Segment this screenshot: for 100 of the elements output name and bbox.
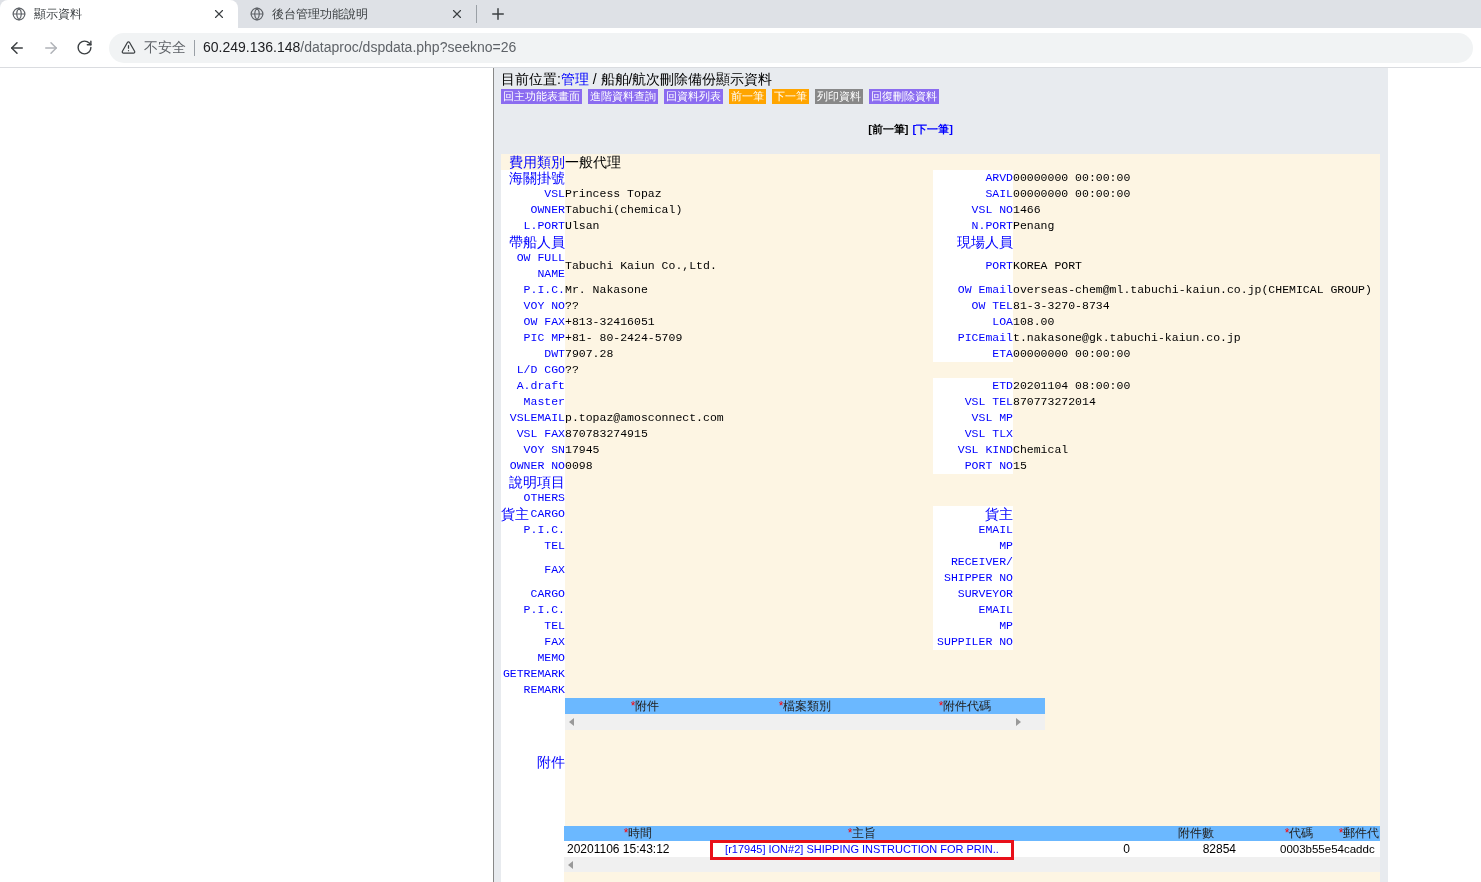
- field-label: DWT: [501, 346, 565, 362]
- field-heading: 現場人員: [933, 234, 1013, 250]
- location-label: 目前位置:: [501, 70, 561, 88]
- field-label: ETA: [933, 346, 1013, 362]
- field-label: VSLEMAIL: [501, 410, 565, 426]
- field-value: Tabuchi Kaiun Co.,Ltd.: [565, 259, 717, 274]
- field-value: KOREA PORT: [1013, 258, 1082, 274]
- field-label: OWNER NO: [501, 458, 565, 474]
- field-label: VSL MP: [933, 410, 1013, 426]
- field-label: OWNER: [501, 202, 565, 218]
- warning-icon: [121, 40, 136, 55]
- nav-button[interactable]: 下一筆: [772, 89, 809, 104]
- field-value: ??: [565, 298, 579, 314]
- field-label: VSL KIND: [933, 442, 1013, 458]
- field-label: REMARK: [501, 682, 565, 698]
- globe-icon: [12, 7, 26, 21]
- address-bar[interactable]: 不安全 60.249.136.148/dataproc/dspdata.php?seekno=26: [109, 32, 1473, 63]
- field-value: 870783274915: [565, 426, 648, 442]
- field-label: SAIL: [933, 186, 1013, 202]
- column-header: *時間: [623, 826, 653, 841]
- field-value: Princess Topaz: [565, 186, 662, 202]
- field-label: PORT NO: [933, 458, 1013, 474]
- field-value: +81- 80-2424-5709: [565, 330, 683, 346]
- scroll-left-icon[interactable]: [568, 860, 573, 869]
- field-value: Tabuchi(chemical): [565, 202, 683, 218]
- field-value: t.nakasone@gk.tabuchi-kaiun.co.jp: [1013, 330, 1241, 346]
- field-heading: 帶船人員: [501, 234, 565, 250]
- table-cell-text: 20201106 15:43:12: [566, 841, 671, 857]
- field-heading: 費用類別: [509, 154, 565, 170]
- security-label: 不安全: [144, 38, 186, 57]
- field-label: CARGO: [501, 586, 565, 602]
- field-label: MEMO: [501, 650, 565, 666]
- field-value: 870773272014: [1013, 394, 1096, 410]
- field-label: CARGO: [530, 506, 565, 522]
- field-label: P.I.C.: [501, 282, 565, 298]
- field-label: VSL FAX: [501, 426, 565, 442]
- tab-title: 後台管理功能說明: [272, 6, 369, 23]
- nav-button[interactable]: 前一筆: [729, 89, 766, 104]
- browser-tab[interactable]: 顯示資料: [0, 0, 238, 28]
- field-label: PIC MP: [501, 330, 565, 346]
- field-value: 7907.28: [565, 346, 614, 362]
- url-host: 60.249.136.148: [203, 38, 301, 57]
- field-label: EMAIL: [933, 602, 1013, 618]
- close-icon[interactable]: [212, 7, 226, 21]
- field-label: L.PORT: [501, 218, 565, 234]
- field-label: MP: [933, 538, 1013, 554]
- field-value: 一般代理: [565, 154, 621, 170]
- field-label: MP: [933, 618, 1013, 634]
- field-value: 15: [1013, 458, 1027, 474]
- field-label: PORT: [933, 250, 1013, 282]
- field-label: P.I.C.: [501, 522, 565, 538]
- nav-button[interactable]: 回主功能表畫面: [501, 89, 582, 104]
- nav-button[interactable]: 進階資料查詢: [588, 89, 658, 104]
- column-header: *附件代碼: [938, 698, 992, 714]
- prev-label: [前一筆]: [868, 121, 909, 137]
- column-header: 附件數: [1178, 826, 1214, 841]
- location-path: / 船舶/航次刪除備份顯示資料: [591, 70, 773, 88]
- location-link[interactable]: 管理: [560, 70, 589, 88]
- table-cell-text: 0: [1122, 841, 1131, 857]
- reload-icon[interactable]: [76, 39, 93, 56]
- field-value: Ulsan: [565, 218, 600, 234]
- scroll-right-icon[interactable]: [1016, 718, 1021, 726]
- field-value: 1466: [1013, 202, 1041, 218]
- field-label: EMAIL: [933, 522, 1013, 538]
- field-value: +813-32416051: [565, 314, 655, 330]
- field-label: FAX: [501, 554, 565, 586]
- globe-icon: [250, 7, 264, 21]
- close-icon[interactable]: [450, 7, 464, 21]
- field-label: VSL TLX: [933, 426, 1013, 442]
- field-label: PICEmail: [933, 330, 1013, 346]
- new-tab-icon[interactable]: [489, 5, 507, 23]
- subject-link[interactable]: [r17945] ION#2] SHIPPING INSTRUCTION FOR PRIN..: [725, 841, 999, 857]
- field-heading: 海關掛號: [501, 170, 565, 186]
- column-header: *代碼: [1284, 826, 1314, 841]
- next-link[interactable]: [下一筆]: [912, 120, 953, 138]
- field-label: N.PORT: [933, 218, 1013, 234]
- table-cell-text: 0003b55e54caddc: [1279, 842, 1376, 857]
- field-label: ARVD: [933, 170, 1013, 186]
- nav-button[interactable]: 回資料列表: [664, 89, 723, 104]
- field-heading: 附件: [501, 698, 565, 826]
- field-label: LOA: [933, 314, 1013, 330]
- nav-button[interactable]: 列印資料: [815, 89, 863, 104]
- field-heading: 貨主: [501, 506, 529, 522]
- url-path: /dataproc/dspdata.php?seekno=26: [300, 38, 517, 57]
- column-header: *附件: [630, 698, 660, 714]
- field-label: VOY SN: [501, 442, 565, 458]
- field-value: 20201104 08:00:00: [1013, 378, 1131, 394]
- field-value: 17945: [565, 442, 600, 458]
- field-label: OW TEL: [933, 298, 1013, 314]
- field-label: GETREMARK: [501, 666, 565, 682]
- field-label: VSL NO: [933, 202, 1013, 218]
- field-value: 00000000 00:00:00: [1013, 170, 1131, 186]
- field-label: OW Email: [933, 282, 1013, 298]
- field-value: 00000000 00:00:00: [1013, 346, 1131, 362]
- field-value: p.topaz@amosconnect.com: [565, 410, 724, 426]
- scroll-left-icon[interactable]: [569, 718, 574, 726]
- field-heading: 說明項目: [501, 474, 565, 490]
- nav-button[interactable]: 回復刪除資料: [869, 89, 939, 104]
- field-label: SUPPILER NO: [933, 634, 1013, 650]
- field-value: overseas-chem@ml.tabuchi-kaiun.co.jp(CHEMICAL GROUP): [1013, 282, 1372, 298]
